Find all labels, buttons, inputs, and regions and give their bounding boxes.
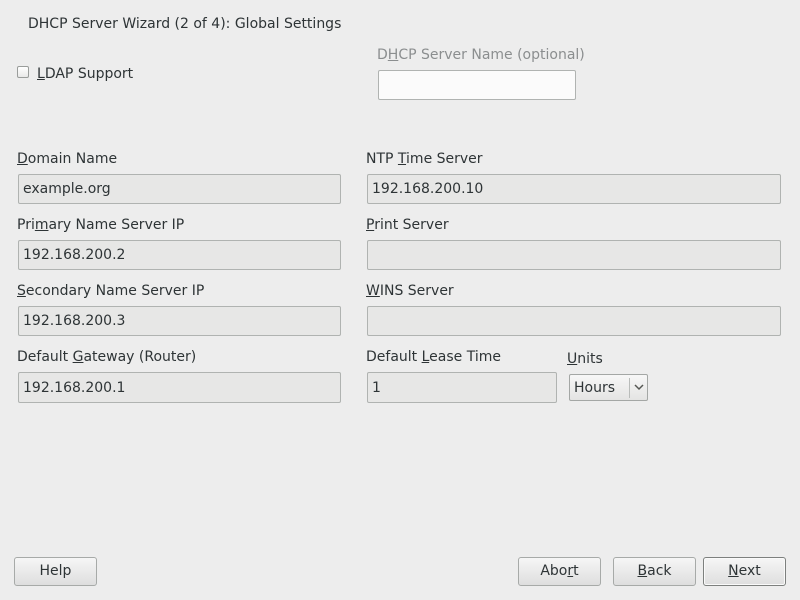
help-button[interactable]: Help xyxy=(14,557,97,586)
units-selected-value: Hours xyxy=(574,380,616,396)
domain-name-input[interactable] xyxy=(18,174,341,204)
print-server-label: Print Server xyxy=(366,217,449,233)
ntp-server-label: NTP Time Server xyxy=(366,151,483,167)
units-select-divider xyxy=(629,378,630,398)
server-name-input[interactable] xyxy=(378,70,576,100)
wins-server-input[interactable] xyxy=(367,306,781,336)
ntp-server-input[interactable] xyxy=(367,174,781,204)
default-gateway-input[interactable] xyxy=(18,372,341,403)
window-title: DHCP Server Wizard (2 of 4): Global Sett… xyxy=(28,16,342,32)
next-button[interactable]: Next xyxy=(703,557,786,586)
back-button[interactable]: Back xyxy=(613,557,696,586)
domain-name-label: Domain Name xyxy=(17,151,118,167)
primary-name-server-input[interactable] xyxy=(18,240,341,270)
print-server-input[interactable] xyxy=(367,240,781,270)
secondary-name-server-label: Secondary Name Server IP xyxy=(17,283,205,299)
wins-server-label: WINS Server xyxy=(366,283,454,299)
default-gateway-label: Default Gateway (Router) xyxy=(17,349,197,365)
server-name-label: DHCP Server Name (optional) xyxy=(377,47,585,63)
ldap-support-checkbox[interactable] xyxy=(17,66,29,78)
lease-time-label: Default Lease Time xyxy=(366,349,501,365)
dhcp-wizard-window: DHCP Server Wizard (2 of 4): Global Sett… xyxy=(0,0,800,600)
chevron-down-icon xyxy=(634,384,644,391)
primary-name-server-label: Primary Name Server IP xyxy=(17,217,185,233)
units-select[interactable]: Hours xyxy=(569,374,648,401)
lease-time-input[interactable] xyxy=(367,372,557,403)
secondary-name-server-input[interactable] xyxy=(18,306,341,336)
ldap-support-label[interactable]: LDAP Support xyxy=(37,65,133,83)
abort-button[interactable]: Abort xyxy=(518,557,601,586)
units-label: Units xyxy=(567,351,603,367)
